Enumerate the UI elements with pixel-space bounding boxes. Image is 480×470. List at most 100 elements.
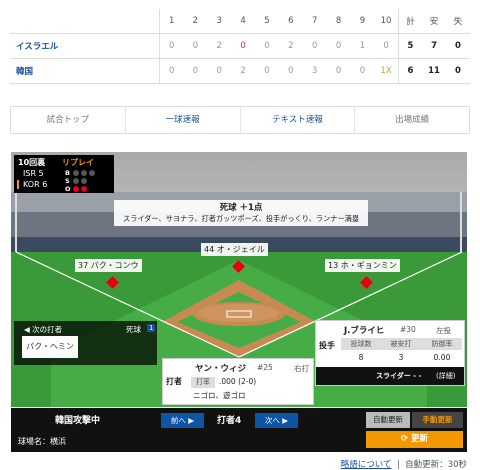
inning-score: 0 bbox=[159, 33, 184, 59]
errors-header: 失 bbox=[445, 9, 470, 34]
total-header: 計 bbox=[397, 9, 423, 34]
inning-score: 0 bbox=[231, 33, 255, 59]
pitcher-name[interactable]: J.ブライヒ bbox=[344, 324, 384, 336]
attacking-team: 韓国攻撃中 bbox=[55, 416, 101, 426]
auto-update-button[interactable]: 自動更新 bbox=[366, 412, 410, 428]
pitcher-role-label: 投手 bbox=[319, 341, 335, 350]
tab-text-feed[interactable]: テキスト速報 bbox=[241, 107, 356, 133]
batter-results: ニゴロ、遊ゴロ bbox=[193, 391, 246, 400]
team-name-home[interactable]: 韓国 bbox=[10, 58, 160, 84]
strike-dot bbox=[81, 178, 87, 184]
inning-header: 4 bbox=[231, 9, 255, 34]
tab-player-stats[interactable]: 出場成績 bbox=[355, 107, 469, 133]
runner-first-label: 13 ホ・ギョンミン bbox=[325, 259, 400, 272]
batter-order: 打者4 bbox=[217, 416, 242, 426]
inning-header: 3 bbox=[207, 9, 232, 34]
tab-game-top[interactable]: 試合トップ bbox=[11, 107, 126, 133]
tab-pitch-by-pitch[interactable]: 一球速報 bbox=[126, 107, 241, 133]
ball-dot bbox=[89, 170, 95, 176]
inning-header: 9 bbox=[350, 9, 375, 34]
team-name-away[interactable]: イスラエル bbox=[10, 33, 160, 59]
scoreboard-table: 1 2 3 4 5 6 7 8 9 10 計 安 失 イスラエル 0 0 2 0… bbox=[10, 9, 470, 84]
total-runs: 5 bbox=[397, 33, 423, 59]
ball-dot bbox=[81, 170, 87, 176]
play-result-banner: 死球 ＋1点 スライダー、サヨナラ、打者ガッツポーズ、投手がっくり、ランナー満塁 bbox=[114, 200, 368, 226]
batter-bats: 右打 bbox=[294, 364, 309, 373]
inning-score: 0 bbox=[254, 33, 279, 59]
refresh-button[interactable]: ⟳ 更新 bbox=[366, 431, 463, 448]
inning-score: 0 bbox=[302, 33, 327, 59]
batter-number: #25 bbox=[257, 363, 273, 372]
pitcher-stat-headers: 投球数 被安打 防御率 bbox=[341, 338, 462, 350]
batter-name[interactable]: ヤン・ウィジ bbox=[195, 362, 246, 374]
play-result: 死球 ＋1点 bbox=[219, 203, 263, 213]
ballpark-view: 10回裏 リプレイ ISR 5 KOR 6 B S O 死球 ＋1点 スライダー… bbox=[11, 152, 467, 407]
inning-header: 8 bbox=[326, 9, 351, 34]
inning-header: 7 bbox=[302, 9, 327, 34]
next-batter-name[interactable]: パク・ヘミン bbox=[22, 336, 78, 358]
refresh-icon: ⟳ bbox=[400, 434, 409, 444]
manual-update-button[interactable]: 手動更新 bbox=[412, 412, 463, 428]
inning-score: 2 bbox=[231, 58, 255, 84]
batting-average: .000 (2-0) bbox=[219, 377, 257, 386]
prev-batter-button[interactable]: 前へ ▶ bbox=[161, 413, 204, 428]
pitcher-stats: 8 3 0.00 bbox=[358, 353, 451, 362]
inning-score: 0 bbox=[254, 58, 279, 84]
inning-score: 0 bbox=[183, 33, 208, 59]
inning-score: 1X bbox=[374, 58, 399, 84]
count-label-outs: O bbox=[65, 185, 71, 193]
game-nav-tabs: 試合トップ 一球速報 テキスト速報 出場成績 bbox=[10, 106, 470, 134]
inning-header: 5 bbox=[254, 9, 279, 34]
runner-third-label: 37 パク・コンウ bbox=[75, 259, 142, 272]
inning-score: 0 bbox=[278, 58, 303, 84]
team-score-home: KOR 6 bbox=[23, 180, 48, 189]
team-score-away: ISR 5 bbox=[23, 169, 44, 178]
hits-header: 安 bbox=[422, 9, 446, 34]
inning-score: 0 bbox=[326, 33, 351, 59]
inning-header: 6 bbox=[278, 9, 303, 34]
footer-links: 略語について | 自動更新：30秒 bbox=[341, 458, 467, 470]
ball-dot bbox=[73, 170, 79, 176]
inning-header: 2 bbox=[183, 9, 208, 34]
inning-score: 2 bbox=[278, 33, 303, 59]
abbreviations-link[interactable]: 略語について bbox=[341, 460, 392, 470]
bottom-control-bar: 韓国攻撃中 前へ ▶ 打者4 次へ ▶ 球場名：横浜 自動更新 手動更新 ⟳ 更… bbox=[11, 408, 467, 452]
out-dot bbox=[81, 186, 87, 192]
pitcher-number: #30 bbox=[400, 325, 416, 334]
inning-score: 0 bbox=[350, 58, 375, 84]
inning-score: 1 bbox=[350, 33, 375, 59]
pitcher-card: 投手 J.ブライヒ #30 左投 投球数 被安打 防御率 8 3 0.00 スラ… bbox=[315, 320, 465, 386]
pitch-type: スライダー - - bbox=[376, 372, 422, 380]
count-label-strikes: S bbox=[65, 177, 70, 185]
total-errors: 0 bbox=[445, 58, 470, 84]
pitch-detail-link[interactable]: (詳細) bbox=[436, 371, 455, 381]
total-hits: 7 bbox=[422, 33, 446, 59]
batter-card: 打者 ヤン・ウィジ #25 右打 打率 .000 (2-0) ニゴロ、遊ゴロ bbox=[162, 358, 314, 405]
batting-team-marker bbox=[17, 180, 19, 189]
count-label-balls: B bbox=[65, 169, 70, 177]
next-batter-label: ◀ 次の打者 bbox=[24, 325, 63, 334]
total-hits: 11 bbox=[422, 58, 446, 84]
replay-label[interactable]: リプレイ bbox=[62, 157, 94, 168]
next-batter-result: 死球 bbox=[126, 325, 141, 334]
inning-score: 0 bbox=[326, 58, 351, 84]
stadium-name: 球場名：横浜 bbox=[18, 437, 66, 446]
inning-header: 10 bbox=[374, 9, 399, 34]
total-runs: 6 bbox=[397, 58, 423, 84]
batter-role-label: 打者 bbox=[166, 377, 182, 386]
inning-score: 0 bbox=[374, 33, 399, 59]
auto-refresh-interval: 自動更新：30秒 bbox=[405, 460, 467, 470]
next-batter-panel: ◀ 次の打者 死球 1 パク・ヘミン bbox=[14, 321, 157, 365]
pitcher-throws: 左投 bbox=[436, 326, 451, 335]
play-detail: スライダー、サヨナラ、打者ガッツポーズ、投手がっくり、ランナー満塁 bbox=[122, 214, 360, 223]
inning-scorebox: 10回裏 リプレイ ISR 5 KOR 6 B S O bbox=[14, 155, 114, 193]
inning-score: 3 bbox=[302, 58, 327, 84]
total-errors: 0 bbox=[445, 33, 470, 59]
batting-average-label: 打率 bbox=[191, 377, 215, 388]
inning-score: 0 bbox=[207, 58, 232, 84]
inning-score: 2 bbox=[207, 33, 232, 59]
next-batter-button[interactable]: 次へ ▶ bbox=[255, 413, 298, 428]
inning-score: 0 bbox=[183, 58, 208, 84]
result-count-badge: 1 bbox=[147, 324, 156, 332]
out-dot bbox=[73, 186, 79, 192]
